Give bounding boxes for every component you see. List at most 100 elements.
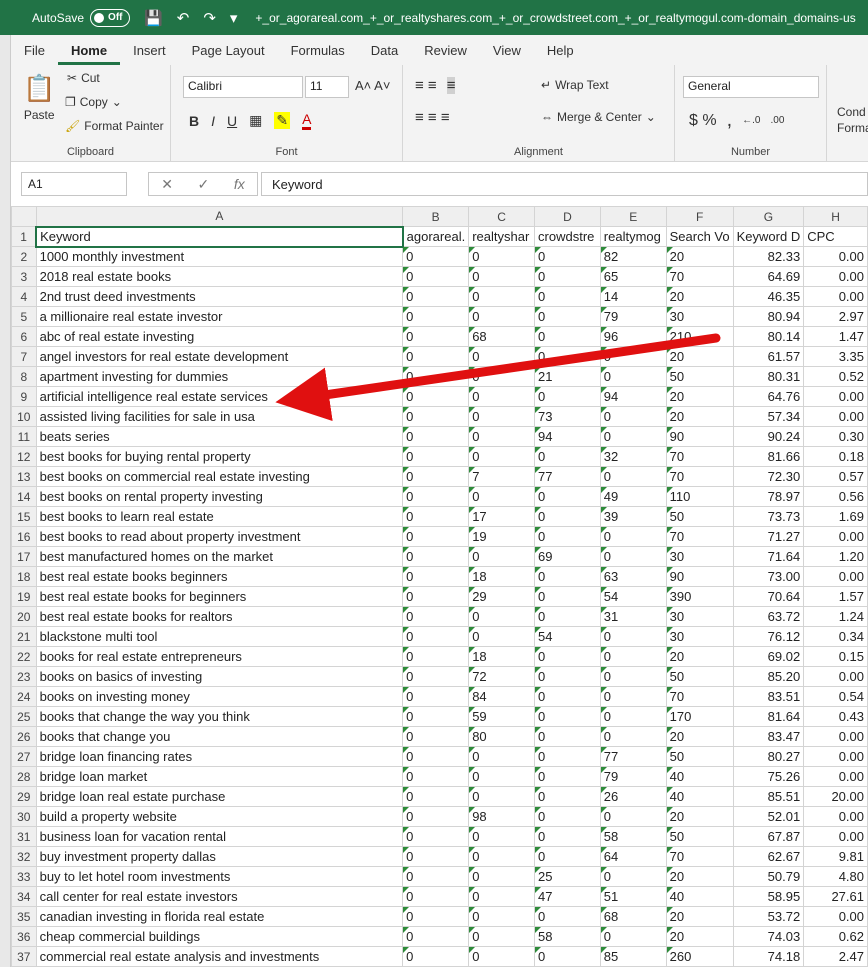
row-header[interactable]: 4 (11, 286, 37, 307)
cell[interactable]: 0 (534, 726, 601, 747)
cell[interactable]: 0 (534, 766, 601, 787)
cell[interactable]: 80.14 (732, 326, 805, 347)
row-header[interactable]: 25 (11, 706, 37, 727)
cell[interactable]: 85.20 (732, 666, 805, 687)
cell[interactable]: 70 (665, 446, 734, 467)
cell[interactable]: Search Vo (665, 226, 734, 247)
customize-toolbar-icon[interactable]: ▾ (230, 9, 238, 27)
cell[interactable]: 67.87 (732, 826, 805, 847)
cell[interactable]: 50.79 (732, 866, 805, 887)
cell[interactable]: 0 (402, 826, 470, 847)
row-header[interactable]: 15 (11, 506, 37, 527)
cell[interactable]: 0 (599, 646, 667, 667)
merge-center-button[interactable]: ⇔ Merge & Center ⌄ (541, 110, 656, 124)
cell[interactable]: 72 (468, 666, 536, 687)
cell[interactable]: 61.57 (732, 346, 805, 367)
cell[interactable]: 0 (402, 746, 470, 767)
row-header[interactable]: 35 (11, 906, 37, 927)
cell[interactable]: 0.00 (803, 286, 868, 307)
cell[interactable]: 0.00 (803, 386, 868, 407)
row-header[interactable]: 2 (11, 246, 37, 267)
cell[interactable]: 20 (665, 386, 734, 407)
column-header-h[interactable]: H (803, 206, 868, 227)
cell[interactable]: 0 (402, 426, 470, 447)
fill-color-icon[interactable]: ✎ (274, 112, 291, 129)
row-header[interactable]: 1 (11, 226, 37, 247)
cell[interactable]: 0 (468, 446, 536, 467)
cell[interactable]: 69.02 (732, 646, 805, 667)
cell[interactable]: 0 (599, 346, 667, 367)
column-header-d[interactable]: D (534, 206, 601, 227)
column-header-a[interactable]: A (35, 206, 404, 227)
cut-button[interactable]: ✂ Cut (67, 71, 100, 85)
column-header-c[interactable]: C (468, 206, 536, 227)
cell[interactable]: 19 (468, 526, 536, 547)
cell[interactable]: 0.00 (803, 726, 868, 747)
cell[interactable]: 52.01 (732, 806, 805, 827)
cell[interactable]: 30 (665, 626, 734, 647)
cell[interactable]: 58 (599, 826, 667, 847)
cell[interactable]: 0.43 (803, 706, 868, 727)
cell[interactable]: 1.20 (803, 546, 868, 567)
cell[interactable]: 0 (402, 366, 470, 387)
cell[interactable]: artificial intelligence real estate serv… (35, 386, 404, 407)
cell[interactable]: 0 (534, 506, 601, 527)
cell[interactable]: canadian investing in florida real estat… (35, 906, 404, 927)
cell[interactable]: 0 (468, 946, 536, 967)
formula-input[interactable]: Keyword (261, 172, 868, 196)
cell[interactable]: best books to learn real estate (35, 506, 404, 527)
horizontal-align-buttons[interactable]: ≡ ≡ ≡ (415, 109, 450, 126)
cell[interactable]: 77 (599, 746, 667, 767)
cell[interactable]: 20 (665, 286, 734, 307)
cell[interactable]: bridge loan real estate purchase (35, 786, 404, 807)
cell[interactable]: 50 (665, 506, 734, 527)
cell[interactable]: 20 (665, 926, 734, 947)
paste-button[interactable]: 📋 Paste (23, 73, 55, 122)
cell[interactable]: 54 (599, 586, 667, 607)
cell[interactable]: 58 (534, 926, 601, 947)
underline-button[interactable]: U (227, 113, 237, 129)
cell[interactable]: 0 (534, 446, 601, 467)
cell[interactable]: 0 (402, 906, 470, 927)
cell[interactable]: 390 (665, 586, 734, 607)
cell[interactable]: 0.00 (803, 826, 868, 847)
cell[interactable]: 0.15 (803, 646, 868, 667)
italic-button[interactable]: I (211, 113, 215, 129)
conditional-formatting-button[interactable]: Cond Forma (837, 105, 868, 135)
cell[interactable]: 0.18 (803, 446, 868, 467)
row-header[interactable]: 12 (11, 446, 37, 467)
cell[interactable]: 54 (534, 626, 601, 647)
cell[interactable]: 0 (402, 726, 470, 747)
cell[interactable]: 25 (534, 866, 601, 887)
cell[interactable]: 20 (665, 906, 734, 927)
cell[interactable]: 0 (402, 646, 470, 667)
cell[interactable]: 90 (665, 566, 734, 587)
cell[interactable]: 0 (599, 466, 667, 487)
cell[interactable]: 94 (534, 426, 601, 447)
cell[interactable]: 0 (402, 706, 470, 727)
cell[interactable]: 0 (402, 666, 470, 687)
cell[interactable]: 58.95 (732, 886, 805, 907)
cell[interactable]: 64.76 (732, 386, 805, 407)
row-header[interactable]: 30 (11, 806, 37, 827)
cell[interactable]: 63 (599, 566, 667, 587)
cell[interactable]: 110 (665, 486, 734, 507)
format-painter-button[interactable]: 🖌 Format Painter (65, 119, 164, 133)
row-header[interactable]: 29 (11, 786, 37, 807)
cell[interactable]: 0.62 (803, 926, 868, 947)
row-header[interactable]: 5 (11, 306, 37, 327)
cell[interactable]: 0.54 (803, 686, 868, 707)
cell[interactable]: 0 (468, 766, 536, 787)
cell[interactable]: 50 (665, 746, 734, 767)
cell[interactable]: beats series (35, 426, 404, 447)
cell[interactable]: 82.33 (732, 246, 805, 267)
cell[interactable]: 0 (402, 306, 470, 327)
cell[interactable]: best real estate books for beginners (35, 586, 404, 607)
row-header[interactable]: 8 (11, 366, 37, 387)
insert-function-icon[interactable]: fx (234, 176, 245, 192)
tab-file[interactable]: File (11, 43, 58, 65)
cell[interactable]: 68 (599, 906, 667, 927)
cell[interactable]: 0 (402, 766, 470, 787)
cell[interactable]: 2.47 (803, 946, 868, 967)
cell[interactable]: 79 (599, 306, 667, 327)
